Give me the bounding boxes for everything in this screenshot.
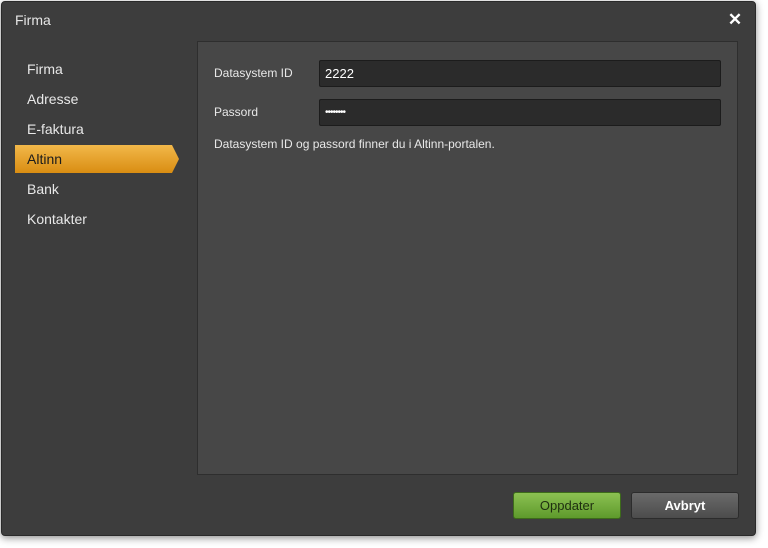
content-panel: Datasystem ID 2222 Passord •••••••• Data… bbox=[197, 41, 738, 475]
avbryt-button[interactable]: Avbryt bbox=[631, 492, 739, 519]
sidebar-item-altinn[interactable]: Altinn bbox=[15, 145, 179, 173]
sidebar-item-adresse[interactable]: Adresse bbox=[15, 85, 165, 113]
dialog-title: Firma bbox=[15, 12, 51, 28]
datasystem-id-input[interactable]: 2222 bbox=[319, 60, 721, 87]
sidebar-item-e-faktura[interactable]: E-faktura bbox=[15, 115, 165, 143]
firma-dialog: Firma ✕ Firma Adresse E-faktura Altinn B… bbox=[1, 1, 756, 536]
sidebar-item-kontakter[interactable]: Kontakter bbox=[15, 205, 165, 233]
oppdater-button[interactable]: Oppdater bbox=[513, 492, 621, 519]
datasystem-id-label: Datasystem ID bbox=[214, 66, 293, 80]
altinn-hint-text: Datasystem ID og passord finner du i Alt… bbox=[214, 137, 495, 151]
sidebar-item-bank[interactable]: Bank bbox=[15, 175, 165, 203]
passord-input[interactable]: •••••••• bbox=[319, 99, 721, 126]
close-icon[interactable]: ✕ bbox=[725, 10, 745, 30]
sidebar-item-firma[interactable]: Firma bbox=[15, 55, 165, 83]
dialog-titlebar: Firma ✕ bbox=[2, 2, 755, 40]
passord-label: Passord bbox=[214, 105, 259, 119]
